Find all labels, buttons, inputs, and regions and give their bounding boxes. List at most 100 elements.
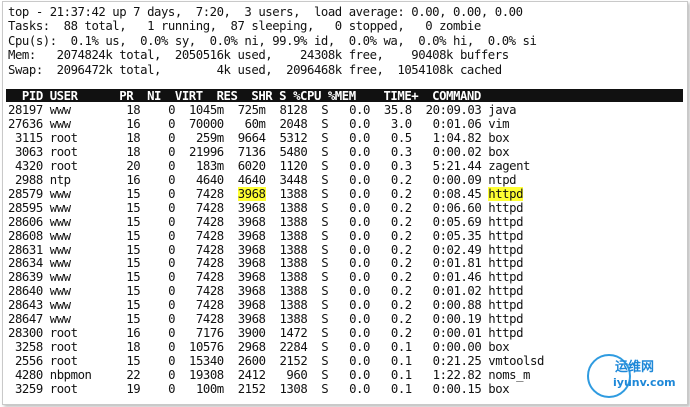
process-row: 28647 www 15 0 7428 3968 1388 S 0.0 0.2 …	[8, 312, 523, 326]
cell-command: httpd	[488, 242, 524, 257]
cell-mem: 0.2	[390, 326, 412, 341]
cell-pr: 19	[126, 382, 141, 396]
cell-user: www	[49, 116, 71, 131]
cell-shr: 1388	[279, 298, 308, 313]
cell-pr: 18	[126, 144, 141, 159]
process-row: 3258 root 18 0 10576 2968 2284 S 0.0 0.1…	[8, 340, 510, 355]
cell-shr: 1388	[279, 270, 308, 285]
process-row: 4320 root 20 0 183m 6020 1120 S 0.0 0.3 …	[8, 159, 530, 173]
cell-pr: 15	[126, 186, 141, 201]
cell-shr: 1388	[279, 228, 308, 243]
site-watermark: 运维网 iyunv.com	[587, 352, 683, 400]
cell-res: 60m	[244, 116, 266, 131]
cell-mem: 0.1	[390, 382, 412, 396]
cell-user: root	[49, 382, 78, 396]
cell-s: S	[321, 158, 329, 173]
cell-ni: 0	[168, 242, 176, 257]
cell-command: box	[488, 130, 510, 145]
cell-user: root	[49, 326, 78, 341]
cell-command: box	[488, 340, 510, 355]
process-row: 28608 www 15 0 7428 3968 1388 S 0.0 0.2 …	[8, 229, 523, 243]
cell-mem: 0.2	[390, 228, 412, 243]
cell-user: www	[49, 270, 71, 285]
cell-res: 2600	[237, 354, 266, 369]
cell-mem: 0.2	[390, 284, 412, 299]
cell-time: 0:00.00	[432, 340, 482, 355]
cell-virt: 7428	[195, 242, 224, 257]
cell-cpu: 0.0	[349, 214, 370, 229]
process-row: 28606 www 15 0 7428 3968 1388 S 0.0 0.2 …	[8, 215, 523, 229]
cell-shr: 1388	[279, 312, 308, 327]
process-row: 2988 ntp 16 0 4640 4640 3448 S 0.0 0.2 0…	[8, 172, 517, 187]
watermark-url: iyunv.com	[613, 376, 676, 389]
cell-pr: 18	[126, 103, 141, 117]
cell-cpu: 0.0	[349, 368, 370, 383]
process-row: 28197 www 18 0 1045m 725m 8128 S 0.0 35.…	[8, 103, 517, 117]
cell-time: 0:00.01	[432, 326, 482, 341]
cell-pr: 15	[126, 256, 141, 271]
cell-virt: 7428	[195, 298, 224, 313]
cell-pr: 15	[126, 312, 141, 327]
cell-pr: 22	[126, 368, 141, 383]
cell-command: httpd	[488, 256, 524, 271]
cell-mem: 0.2	[390, 242, 412, 257]
cell-virt: 15340	[188, 354, 224, 369]
cell-res: 3968	[237, 298, 266, 313]
cell-s: S	[321, 116, 329, 131]
cell-pid: 27636	[8, 116, 43, 131]
cell-command: vim	[488, 116, 510, 131]
cell-command: noms_m	[488, 368, 531, 383]
process-row: 28631 www 15 0 7428 3968 1388 S 0.0 0.2 …	[8, 243, 523, 257]
cell-virt: 70000	[188, 116, 224, 131]
cell-res: 2152	[237, 382, 266, 396]
cell-shr: 1388	[279, 242, 308, 257]
cell-command: httpd	[488, 298, 524, 313]
process-row: 28595 www 15 0 7428 3968 1388 S 0.0 0.2 …	[8, 201, 523, 215]
cell-command: httpd	[488, 228, 524, 243]
cell-virt: 7428	[195, 312, 224, 327]
cell-virt: 100m	[195, 382, 224, 396]
cell-mem: 0.2	[390, 298, 412, 313]
cell-pid: 28595	[8, 200, 43, 215]
cell-cpu: 0.0	[349, 340, 370, 355]
cell-mem: 0.1	[390, 354, 412, 369]
cell-res: 3968	[237, 256, 266, 271]
cell-mem: 0.1	[390, 340, 412, 355]
cell-ni: 0	[168, 158, 176, 173]
cell-command: zagent	[488, 158, 531, 173]
cell-virt: 10576	[188, 340, 224, 355]
cell-command: java	[488, 103, 517, 117]
cell-res: 9664	[237, 130, 266, 145]
cell-command: vmtoolsd	[488, 354, 544, 369]
cell-ni: 0	[168, 116, 176, 131]
cell-mem: 0.2	[390, 214, 412, 229]
cell-user: nbpmon	[49, 368, 92, 383]
cell-pr: 18	[126, 340, 141, 355]
cell-time: 0:01.02	[432, 284, 482, 299]
cell-time: 5:21.44	[432, 158, 482, 173]
cell-command: httpd	[488, 326, 524, 341]
cell-ni: 0	[168, 130, 176, 145]
cell-s: S	[321, 312, 329, 327]
cell-s: S	[321, 200, 329, 215]
cell-user: www	[49, 103, 71, 117]
cell-s: S	[321, 242, 329, 257]
cell-res: 3900	[237, 326, 266, 341]
cell-ni: 0	[168, 103, 176, 117]
cell-ni: 0	[168, 172, 176, 187]
process-row: 3259 root 19 0 100m 2152 1308 S 0.0 0.1 …	[8, 382, 510, 396]
cell-cpu: 0.0	[349, 116, 370, 131]
cell-pid: 28300	[8, 326, 43, 341]
cell-virt: 7428	[195, 214, 224, 229]
cell-command: httpd	[488, 186, 524, 201]
cell-ni: 0	[168, 340, 176, 355]
cell-pid: 3063	[14, 144, 43, 159]
cell-pid: 28608	[8, 228, 43, 243]
cell-res: 3968	[237, 270, 266, 285]
cell-pid: 28647	[8, 312, 43, 327]
cell-res: 6020	[237, 158, 266, 173]
cell-shr: 1388	[279, 214, 308, 229]
cell-mem: 3.0	[390, 116, 412, 131]
terminal-window[interactable]: top - 21:37:42 up 7 days, 7:20, 3 users,…	[2, 1, 688, 405]
cell-shr: 8128	[279, 103, 308, 117]
